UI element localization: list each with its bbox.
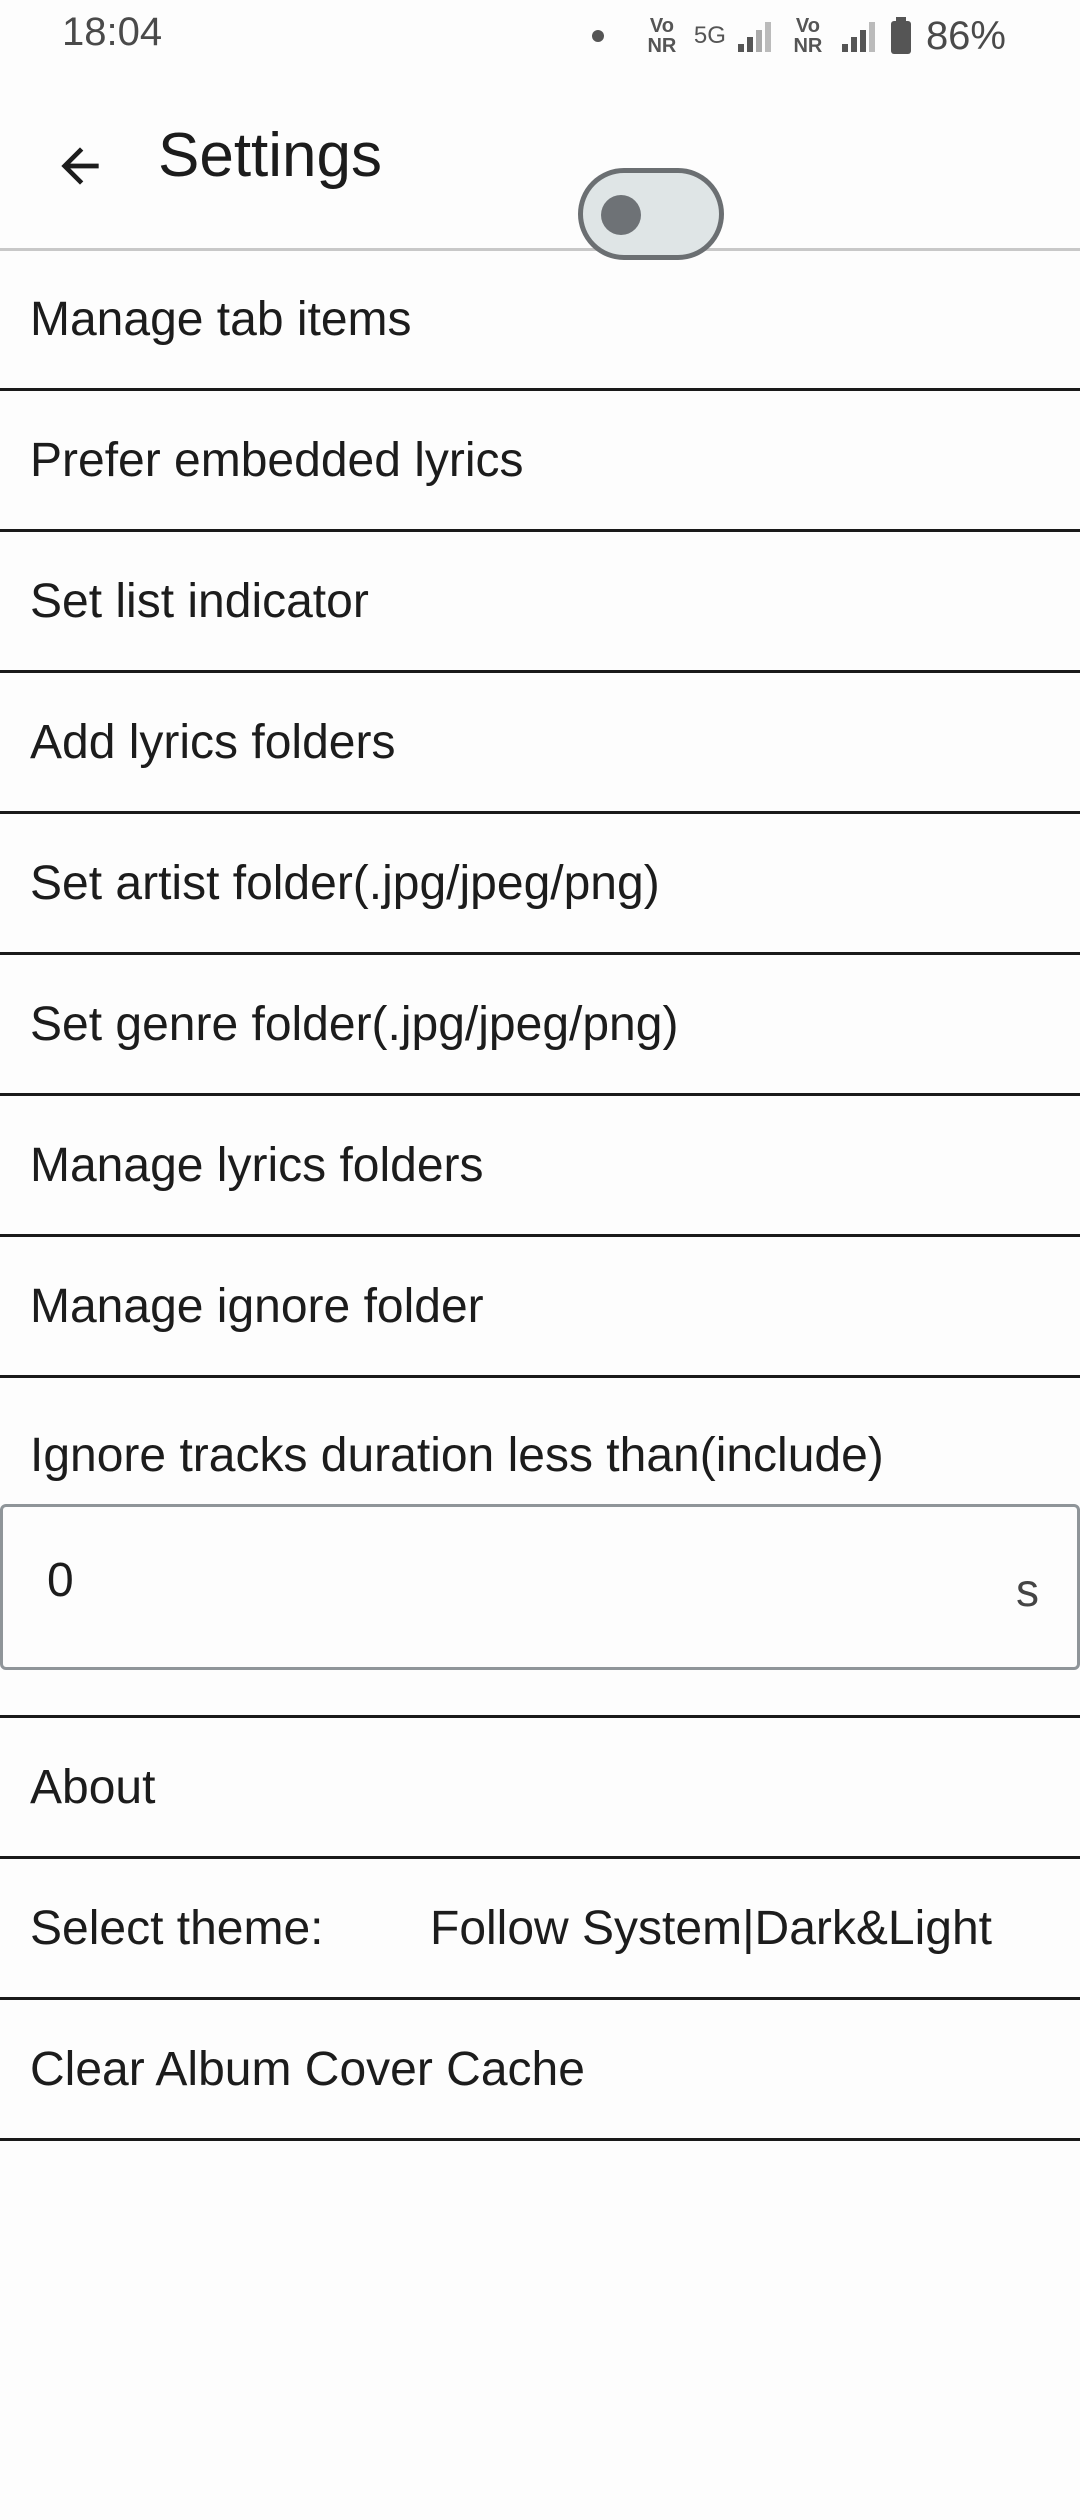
set-list-indicator-item[interactable]: Set list indicator bbox=[0, 532, 1080, 673]
prefer-embedded-lyrics-label: Prefer embedded lyrics bbox=[30, 433, 524, 487]
battery-percentage: 86% bbox=[925, 13, 1006, 58]
ignore-duration-label: Ignore tracks duration less than(include… bbox=[30, 1429, 884, 1482]
manage-tab-items-item[interactable]: Manage tab items bbox=[0, 250, 1080, 391]
volte-nr-icon-2: Vo NR bbox=[793, 15, 823, 57]
add-lyrics-folders-item[interactable]: Add lyrics folders bbox=[0, 673, 1080, 814]
arrow-left-icon bbox=[61, 147, 99, 185]
about-item[interactable]: About bbox=[0, 1718, 1080, 1859]
prefer-embedded-lyrics-item[interactable]: Prefer embedded lyrics bbox=[0, 391, 1080, 532]
status-icons: Vo NR 5G Vo NR 86% bbox=[591, 8, 1006, 64]
app-bar: Settings bbox=[0, 90, 1080, 250]
set-genre-folder-item[interactable]: Set genre folder(.jpg/jpeg/png) bbox=[0, 955, 1080, 1096]
notification-dot-icon bbox=[591, 30, 604, 42]
select-theme-label: Select theme: bbox=[30, 1901, 324, 1955]
volte-nr-icon: Vo NR bbox=[647, 15, 677, 57]
set-artist-folder-label: Set artist folder(.jpg/jpeg/png) bbox=[30, 856, 660, 910]
settings-list: Manage tab items Prefer embedded lyrics … bbox=[0, 250, 1080, 2141]
add-lyrics-folders-label: Add lyrics folders bbox=[30, 715, 396, 769]
battery-icon bbox=[890, 17, 911, 54]
ignore-duration-unit: s bbox=[1016, 1564, 1039, 1616]
signal-icon bbox=[737, 22, 771, 52]
status-time: 18:04 bbox=[62, 10, 163, 54]
manage-ignore-folder-label: Manage ignore folder bbox=[30, 1279, 484, 1333]
manage-tab-items-label: Manage tab items bbox=[30, 292, 412, 346]
about-label: About bbox=[30, 1760, 156, 1814]
status-bar: 18:04 Vo NR 5G Vo NR 86% bbox=[0, 0, 1080, 72]
manage-ignore-folder-item[interactable]: Manage ignore folder bbox=[0, 1237, 1080, 1378]
select-theme-item[interactable]: Select theme: Follow System|Dark&Light bbox=[0, 1859, 1080, 2000]
page-title: Settings bbox=[158, 121, 383, 190]
set-genre-folder-label: Set genre folder(.jpg/jpeg/png) bbox=[30, 997, 679, 1051]
ignore-duration-section: Ignore tracks duration less than(include… bbox=[0, 1378, 1080, 1718]
set-list-indicator-label: Set list indicator bbox=[30, 574, 369, 628]
select-theme-value[interactable]: Follow System|Dark&Light bbox=[430, 1901, 992, 1956]
manage-lyrics-folders-item[interactable]: Manage lyrics folders bbox=[0, 1096, 1080, 1237]
ignore-duration-value: 0 bbox=[47, 1554, 74, 1607]
clear-album-cover-cache-label: Clear Album Cover Cache bbox=[30, 2042, 585, 2096]
toggle-knob bbox=[601, 195, 641, 235]
signal-icon-2 bbox=[841, 22, 875, 52]
back-button[interactable] bbox=[40, 126, 120, 206]
network-type-label: 5G bbox=[693, 22, 726, 49]
set-artist-folder-item[interactable]: Set artist folder(.jpg/jpeg/png) bbox=[0, 814, 1080, 955]
manage-lyrics-folders-label: Manage lyrics folders bbox=[30, 1138, 484, 1192]
ignore-duration-input[interactable]: 0 s bbox=[0, 1504, 1080, 1670]
prefer-embedded-lyrics-toggle[interactable] bbox=[578, 168, 724, 260]
clear-album-cover-cache-item[interactable]: Clear Album Cover Cache bbox=[0, 2000, 1080, 2141]
